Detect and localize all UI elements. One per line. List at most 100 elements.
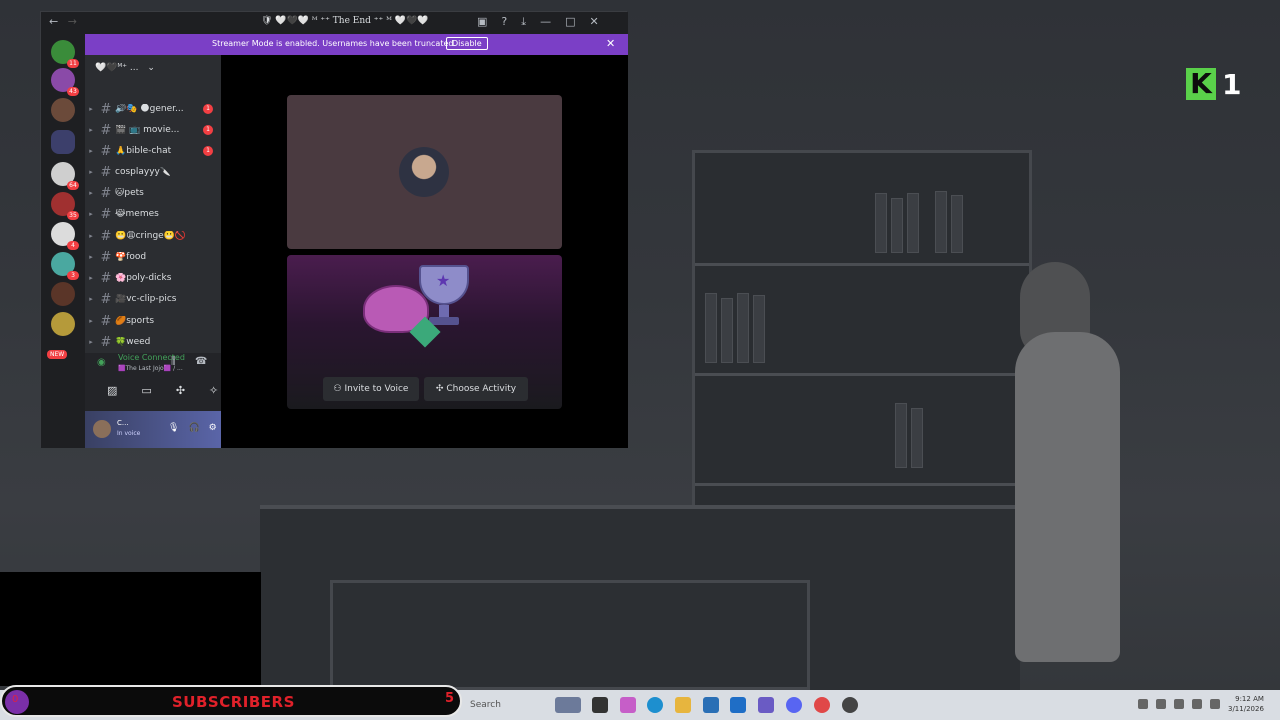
- speaker-icon[interactable]: [1210, 699, 1220, 709]
- channel-item[interactable]: ▸ # 🙏bible-chat 1: [85, 141, 221, 161]
- standing-figure: [1010, 262, 1125, 662]
- chevron-up-icon[interactable]: [1138, 699, 1148, 709]
- hash-icon: #: [100, 206, 112, 222]
- chevron-down-icon: ⌄: [147, 63, 155, 73]
- server-icon[interactable]: 3: [51, 252, 79, 280]
- server-icon[interactable]: [51, 98, 75, 122]
- signal-icon[interactable]: ◉: [97, 357, 106, 368]
- channel-item[interactable]: ▸ # 🏉sports: [85, 311, 221, 331]
- channel-item[interactable]: ▸ # 😹memes: [85, 204, 221, 224]
- server-icon[interactable]: 64: [51, 162, 79, 190]
- channel-item[interactable]: ▸ # 🍀weed: [85, 332, 221, 352]
- hash-icon: #: [100, 291, 112, 307]
- discord-window: ← → 🛡 🤍🖤🤍 ᴹ ⁺⁺ The End ⁺⁺ ᴹ 🤍🖤🤍 ▣ ? ⤓ — …: [40, 11, 628, 448]
- voice-actions: ▨ ▭ ✣ ✧: [107, 384, 218, 397]
- subscriber-avatar: 0: [5, 690, 29, 714]
- activity-icon[interactable]: ✣: [176, 384, 185, 397]
- collapse-icon: ▸: [89, 105, 93, 113]
- server-icon[interactable]: 43: [51, 68, 79, 96]
- channel-item[interactable]: ▸ # 🐱pets: [85, 183, 221, 203]
- server-icon[interactable]: 11: [51, 40, 79, 68]
- headphones-icon[interactable]: 🎧: [188, 423, 199, 433]
- collapse-icon: ▸: [89, 126, 93, 134]
- system-tray[interactable]: [1138, 699, 1220, 709]
- invite-to-voice-button[interactable]: ⚇ Invite to Voice: [323, 377, 419, 401]
- disconnect-icon[interactable]: ☎: [195, 356, 207, 367]
- disable-button[interactable]: Disable: [446, 37, 488, 50]
- teams-icon[interactable]: [758, 697, 774, 713]
- webcam-placeholder: [0, 572, 261, 686]
- collapse-icon: ▸: [89, 338, 93, 346]
- file-icon[interactable]: [592, 697, 608, 713]
- hash-icon: #: [100, 122, 112, 138]
- minimize-icon[interactable]: —: [540, 15, 551, 29]
- server-name: 🤍🖤ᴹ⁺ ...: [95, 63, 139, 73]
- unread-badge: 1: [203, 125, 213, 135]
- collapse-icon: ▸: [89, 295, 93, 303]
- outlook-icon[interactable]: [730, 697, 746, 713]
- activity-icon: ✣: [435, 384, 447, 394]
- hash-icon: #: [100, 185, 112, 201]
- subscribers-label: SUBSCRIBERS: [172, 693, 295, 711]
- forward-icon[interactable]: →: [68, 15, 77, 28]
- mic-icon[interactable]: 🎙: [168, 423, 179, 433]
- taskbar-clock[interactable]: 9:12 AM 3/11/2026: [1228, 694, 1264, 714]
- help-icon[interactable]: ?: [501, 15, 507, 29]
- opera-icon[interactable]: [814, 697, 830, 713]
- server-icon[interactable]: 4: [51, 222, 79, 250]
- participant-tile[interactable]: [287, 95, 562, 249]
- network-icon[interactable]: [1192, 699, 1202, 709]
- hash-icon: #: [100, 228, 112, 244]
- add-user-icon: ⚇: [333, 384, 345, 394]
- maximize-icon[interactable]: □: [565, 15, 575, 29]
- server-header[interactable]: 🤍🖤ᴹ⁺ ... ⌄: [95, 63, 155, 73]
- collapse-icon: ▸: [89, 274, 93, 282]
- subscriber-counter: 0 SUBSCRIBERS 5: [0, 685, 462, 717]
- server-icon[interactable]: [51, 312, 75, 336]
- channel-item[interactable]: ▸ # 😬😩cringe😬🚫: [85, 226, 221, 246]
- screen-share-icon[interactable]: ▭: [141, 384, 151, 397]
- mic-icon[interactable]: [1174, 699, 1184, 709]
- folder-icon[interactable]: [675, 697, 691, 713]
- taskbar-search[interactable]: Search: [460, 695, 550, 715]
- back-icon[interactable]: ←: [49, 15, 58, 28]
- server-icon[interactable]: [51, 282, 75, 306]
- channel-item[interactable]: ▸ # 🎬 📺 movie... 1: [85, 120, 221, 140]
- close-icon[interactable]: ✕: [590, 15, 599, 29]
- channel-item[interactable]: ▸ # cosplayyy🔪: [85, 162, 221, 182]
- channel-item[interactable]: ▸ # 🎥vc-clip-pics: [85, 289, 221, 309]
- task-view-icon[interactable]: [555, 697, 581, 713]
- voice-stage: ★ ⚇ Invite to Voice ✣ Choose Activity: [221, 55, 628, 448]
- inbox-icon[interactable]: ▣: [477, 15, 487, 29]
- channel-item[interactable]: ▸ # 🔊🎭 🌑gener... 1: [85, 99, 221, 119]
- gear-icon[interactable]: ⚙: [209, 423, 217, 433]
- app-icon[interactable]: [842, 697, 858, 713]
- wifi-icon[interactable]: [1156, 699, 1166, 709]
- server-icon[interactable]: 35: [51, 192, 79, 220]
- copilot-icon[interactable]: [620, 697, 636, 713]
- choose-activity-button[interactable]: ✣ Choose Activity: [424, 377, 528, 401]
- channel-logo: K 1: [1186, 66, 1246, 102]
- unread-badge: 1: [203, 104, 213, 114]
- folder-icon[interactable]: [51, 130, 75, 154]
- logo-number: 1: [1222, 67, 1242, 101]
- avatar[interactable]: [93, 420, 111, 438]
- unread-badge: 1: [203, 146, 213, 156]
- collapse-icon: ▸: [89, 189, 93, 197]
- channel-item[interactable]: ▸ # 🌸poly-dicks: [85, 268, 221, 288]
- hash-icon: #: [100, 249, 112, 265]
- banner-close-icon[interactable]: ✕: [606, 37, 615, 50]
- hash-icon: #: [100, 313, 112, 329]
- video-off-icon[interactable]: ▨: [107, 384, 117, 397]
- download-icon[interactable]: ⤓: [521, 15, 526, 29]
- discord-icon[interactable]: [786, 697, 802, 713]
- soundboard-icon[interactable]: ✧: [209, 384, 218, 397]
- title-bar: ← → 🛡 🤍🖤🤍 ᴹ ⁺⁺ The End ⁺⁺ ᴹ 🤍🖤🤍 ▣ ? ⤓ — …: [41, 12, 628, 34]
- new-badge: NEW: [47, 350, 68, 359]
- edge-icon[interactable]: [647, 697, 663, 713]
- channel-item[interactable]: ▸ # 🍄food: [85, 247, 221, 267]
- user-status: In voice: [117, 430, 141, 437]
- noise-suppression-icon[interactable]: ⫼: [171, 356, 176, 367]
- store-icon[interactable]: [703, 697, 719, 713]
- voice-connected-panel: ◉ Voice Connected 🟪The Last Jojo🟪 / ... …: [85, 353, 221, 411]
